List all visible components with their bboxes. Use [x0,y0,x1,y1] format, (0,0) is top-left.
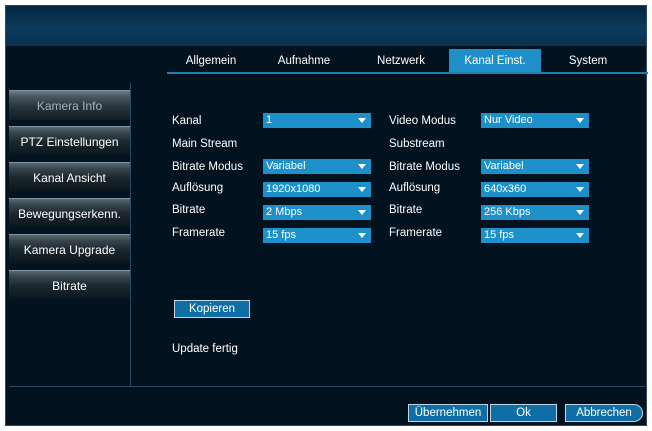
main-framerate-select[interactable]: 15 fps [263,228,371,243]
chevron-down-icon [358,210,366,215]
sub-bitrate-modus-value: Variabel [484,160,524,172]
sidebar-item-kanal-ansicht[interactable]: Kanal Ansicht [9,162,130,192]
uebernehmen-button[interactable]: Übernehmen [408,404,488,422]
main-bitrate-modus-select[interactable]: Variabel [263,159,371,174]
kanal-label: Kanal [172,115,202,127]
tab-bar: Allgemein Aufnahme Netzwerk Kanal Einst.… [167,49,648,73]
chevron-down-icon [576,118,584,123]
settings-window: Allgemein Aufnahme Netzwerk Kanal Einst.… [5,5,648,426]
main-bitrate-select[interactable]: 2 Mbps [263,205,371,220]
chevron-down-icon [358,118,366,123]
footer-divider [9,386,645,387]
sub-framerate-select[interactable]: 15 fps [481,228,589,243]
status-text: Update fertig [172,343,238,355]
main-aufloesung-label: Auflösung [172,182,224,194]
main-bitrate-modus-value: Variabel [266,160,306,172]
main-bitrate-label: Bitrate [172,204,206,216]
kanal-value: 1 [266,114,273,126]
main-aufloesung-select[interactable]: 1920x1080 [263,182,371,197]
chevron-down-icon [576,233,584,238]
chevron-down-icon [358,187,366,192]
video-modus-select[interactable]: Nur Video [481,113,589,128]
substream-heading: Substream [389,138,445,150]
sub-framerate-label: Framerate [389,227,443,239]
tab-netzwerk[interactable]: Netzwerk [353,49,449,73]
video-modus-value: Nur Video [484,114,533,126]
ok-button[interactable]: Ok [490,404,557,422]
main-framerate-label: Framerate [172,227,226,239]
sidebar-item-kamera-info[interactable]: Kamera Info [9,90,130,120]
chevron-down-icon [576,187,584,192]
sidebar-item-ptz-einstellungen[interactable]: PTZ Einstellungen [9,126,130,156]
kopieren-button[interactable]: Kopieren [174,300,250,318]
tab-system[interactable]: System [541,49,635,73]
sub-aufloesung-label: Auflösung [389,182,441,194]
main-bitrate-modus-label: Bitrate Modus [172,161,243,173]
kanal-select[interactable]: 1 [263,113,371,128]
video-modus-label: Video Modus [389,115,456,127]
sub-bitrate-label: Bitrate [389,204,423,216]
chevron-down-icon [576,210,584,215]
sidebar-item-kamera-upgrade[interactable]: Kamera Upgrade [9,234,130,264]
sidebar-item-bewegungserkenn[interactable]: Bewegungserkenn. [9,198,130,228]
sidebar-item-bitrate[interactable]: Bitrate [9,270,130,300]
sub-framerate-value: 15 fps [484,229,514,241]
chevron-down-icon [576,164,584,169]
abbrechen-button[interactable]: Abbrechen [565,404,643,422]
sub-bitrate-modus-label: Bitrate Modus [389,161,460,173]
sub-aufloesung-value: 640x360 [484,183,527,195]
sub-bitrate-modus-select[interactable]: Variabel [481,159,589,174]
chevron-down-icon [358,164,366,169]
main-stream-heading: Main Stream [172,138,238,150]
tab-kanal-einst[interactable]: Kanal Einst. [449,49,541,73]
main-framerate-value: 15 fps [266,229,296,241]
sub-bitrate-value: 256 Kbps [484,206,531,218]
sub-aufloesung-select[interactable]: 640x360 [481,182,589,197]
title-band [6,6,646,46]
tab-aufnahme[interactable]: Aufnahme [255,49,353,73]
sidebar-divider [130,83,131,386]
main-aufloesung-value: 1920x1080 [266,183,321,195]
chevron-down-icon [358,233,366,238]
sub-bitrate-select[interactable]: 256 Kbps [481,205,589,220]
main-bitrate-value: 2 Mbps [266,206,303,218]
tab-allgemein[interactable]: Allgemein [167,49,255,73]
tab-underline [167,72,648,74]
